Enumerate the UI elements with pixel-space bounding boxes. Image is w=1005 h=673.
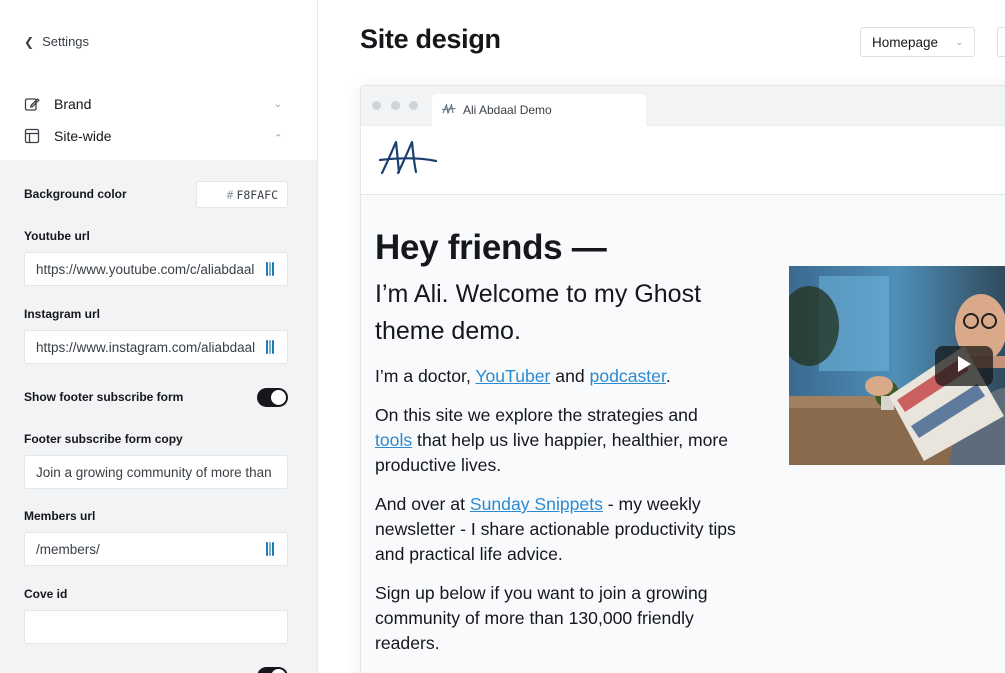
members-url-label: Members url [24,509,96,523]
chevron-down-icon: ⌄ [955,36,963,47]
site-logo[interactable] [378,139,438,182]
text-span: and [550,366,590,386]
settings-sidebar: ❮ Settings Brand ⌄ Site-wide ⌄ Backgroun… [0,0,318,673]
chevron-up-icon: ⌄ [273,130,282,142]
site-preview-frame: Ali Abdaal Demo Hey friends — I’m Ali. W… [360,85,1005,673]
text-span: On this site we explore the strategies a… [375,405,698,425]
nav-item-brand[interactable]: Brand ⌄ [24,92,282,116]
text-span: . [665,366,671,386]
play-icon [956,355,972,378]
signup-paragraph: Sign up below if you want to join a grow… [375,583,708,653]
back-to-settings-link[interactable]: ❮ Settings [24,34,89,49]
footer-copy-input[interactable]: Join a growing community of more than 13… [24,455,288,489]
youtuber-link[interactable]: YouTuber [475,366,550,386]
play-button[interactable] [935,346,993,386]
background-color-input[interactable]: # F8FAFC [196,181,288,208]
background-color-value: F8FAFC [236,187,278,202]
lastpass-icon[interactable] [266,262,276,276]
footer-subscribe-toggle-label: Show footer subscribe form [24,390,184,404]
back-label: Settings [42,34,90,49]
footer-copy-value: Join a growing community of more than 13… [36,464,276,480]
footer-copy-label: Footer subscribe form copy [24,432,183,446]
members-url-input[interactable]: /members/ [24,532,288,566]
intro-paragraph: I’m a doctor, YouTuber and podcaster. [375,364,775,389]
text-span: I’m a doctor, [375,366,476,386]
newsletter-paragraph: And over at Sunday Snippets - my weekly … [375,492,745,567]
nav-item-site-wide[interactable]: Site-wide ⌄ [24,124,282,148]
text-span: that help us live happier, healthier, mo… [375,430,729,475]
nav-item-label: Site-wide [54,128,112,144]
nav-item-label: Brand [54,96,92,112]
window-dot-icon [391,101,400,110]
podcaster-link[interactable]: podcaster [590,366,666,386]
page-title: Site design [360,24,501,54]
cove-id-label: Cove id [24,587,68,601]
text-span: And over at [375,494,470,514]
instagram-url-value: https://www.instagram.com/aliabdaal [36,339,256,355]
tools-link[interactable]: tools [375,430,412,450]
cove-id-input[interactable] [24,610,288,644]
lastpass-icon[interactable] [266,542,276,556]
hero-heading: Hey friends — [375,228,607,267]
browser-chrome: Ali Abdaal Demo [361,86,1005,126]
footer-subscribe-toggle[interactable] [257,388,288,407]
toggle-knob [271,390,286,405]
site-header [361,126,1005,195]
sunday-snippets-link[interactable]: Sunday Snippets [470,494,603,514]
members-url-value: /members/ [36,541,100,557]
browser-tab-title: Ali Abdaal Demo [463,103,552,117]
hash-symbol: # [226,187,234,202]
background-color-label: Background color [24,187,127,201]
site-favicon-icon [441,103,456,117]
page-select-dropdown[interactable]: Homepage ⌄ [860,27,975,57]
youtube-url-value: https://www.youtube.com/c/aliabdaal [36,261,255,277]
chevron-down-icon: ⌄ [273,98,282,110]
window-dot-icon [372,101,381,110]
youtube-url-label: Youtube url [24,229,90,243]
video-embed[interactable] [789,266,1005,465]
strategies-paragraph: On this site we explore the strategies a… [375,403,735,478]
page-select-value: Homepage [872,34,939,50]
layout-icon [24,128,40,144]
browser-tab: Ali Abdaal Demo [432,94,646,126]
instagram-url-label: Instagram url [24,307,101,321]
toggle-knob [271,669,286,673]
window-dot-icon [409,101,418,110]
youtube-url-input[interactable]: https://www.youtube.com/c/aliabdaal [24,252,288,286]
next-setting-toggle[interactable] [257,667,288,673]
lastpass-icon[interactable] [266,340,276,354]
toolbar-button[interactable] [997,27,1005,57]
edit-icon [24,96,40,112]
hero-subheading: I’m Ali. Welcome to my Ghost theme demo. [375,280,702,345]
chevron-left-icon: ❮ [24,34,35,49]
instagram-url-input[interactable]: https://www.instagram.com/aliabdaal [24,330,288,364]
